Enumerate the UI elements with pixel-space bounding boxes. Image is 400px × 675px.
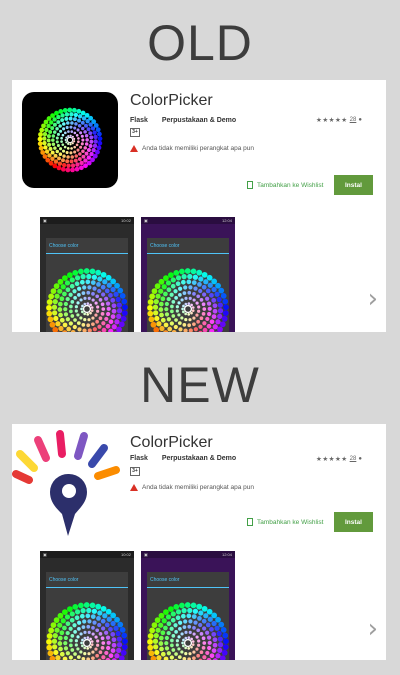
person-icon: ● <box>358 456 362 462</box>
app-card-new: ColorPicker Flask Perpustakaan & Demo 3+… <box>12 424 386 660</box>
section-heading-old: OLD <box>147 15 253 71</box>
install-button[interactable]: Instal <box>334 512 373 532</box>
color-wheel <box>46 602 128 660</box>
rating-count: 28 <box>349 456 357 462</box>
device-warning: Anda tidak memiliki perangkat apa pun <box>130 484 254 491</box>
color-rays-pin-logo-icon <box>12 430 120 536</box>
color-wheel <box>147 268 229 332</box>
category-link[interactable]: Perpustakaan & Demo <box>162 117 236 124</box>
star-rating-icon: ★★★★★ <box>316 117 348 124</box>
wishlist-label: Tambahkan ke Wishlist <box>257 181 324 189</box>
rating: ★★★★★ 28 ● <box>316 455 362 463</box>
screenshot-2[interactable]: ▣ 12:04 Choose color <box>141 217 235 332</box>
device-warning: Anda tidak memiliki perangkat apa pun <box>130 145 254 152</box>
bookmark-icon <box>247 181 253 189</box>
rating: ★★★★★ 28 ● <box>316 116 362 124</box>
dialog-title: Choose color <box>147 572 229 588</box>
app-meta: Flask Perpustakaan & Demo <box>130 455 236 462</box>
dialog: Choose color <box>46 238 128 332</box>
category-link[interactable]: Perpustakaan & Demo <box>162 455 236 462</box>
dialog-title: Choose color <box>46 238 128 254</box>
rating-count: 28 <box>349 117 357 123</box>
warning-icon <box>130 145 138 152</box>
color-wheel <box>46 268 128 332</box>
install-button[interactable]: Instal <box>334 175 373 195</box>
app-title[interactable]: ColorPicker <box>130 434 213 452</box>
screenshot-2[interactable]: ▣ 12:04 Choose color <box>141 551 235 660</box>
status-bar: ▣ 10:02 <box>40 217 134 224</box>
dialog: Choose color <box>46 572 128 660</box>
developer-link[interactable]: Flask <box>130 455 148 462</box>
app-meta: Flask Perpustakaan & Demo <box>130 117 236 124</box>
wishlist-button[interactable]: Tambahkan ke Wishlist <box>247 518 323 526</box>
wishlist-label: Tambahkan ke Wishlist <box>257 518 324 526</box>
screenshot-1[interactable]: ▣ 10:02 Choose color <box>40 217 134 332</box>
chevron-right-icon[interactable]: › <box>368 614 378 644</box>
dialog: Choose color <box>147 238 229 332</box>
content-rating-badge: 3+ <box>130 128 140 137</box>
app-title[interactable]: ColorPicker <box>130 92 213 110</box>
app-icon-new <box>12 428 128 538</box>
dialog: Choose color <box>147 572 229 660</box>
app-icon-old <box>22 92 130 190</box>
developer-link[interactable]: Flask <box>130 117 148 124</box>
status-bar: ▣ 10:02 <box>40 551 134 558</box>
app-card-old: ColorPicker Flask Perpustakaan & Demo 3+… <box>12 80 386 332</box>
person-icon: ● <box>358 117 362 123</box>
color-wheel-dots-icon <box>22 92 118 188</box>
bookmark-icon <box>247 518 253 526</box>
warning-icon <box>130 484 138 491</box>
status-bar: ▣ 12:04 <box>141 551 235 558</box>
warning-text: Anda tidak memiliki perangkat apa pun <box>142 484 255 491</box>
wishlist-button[interactable]: Tambahkan ke Wishlist <box>247 181 323 189</box>
warning-text: Anda tidak memiliki perangkat apa pun <box>142 145 255 152</box>
dialog-title: Choose color <box>147 238 229 254</box>
color-wheel <box>147 602 229 660</box>
section-heading-new: NEW <box>140 357 260 413</box>
status-bar: ▣ 12:04 <box>141 217 235 224</box>
chevron-right-icon[interactable]: › <box>368 284 378 314</box>
dialog-title: Choose color <box>46 572 128 588</box>
screenshot-1[interactable]: ▣ 10:02 Choose color <box>40 551 134 660</box>
content-rating-badge: 3+ <box>130 467 140 476</box>
star-rating-icon: ★★★★★ <box>316 456 348 463</box>
